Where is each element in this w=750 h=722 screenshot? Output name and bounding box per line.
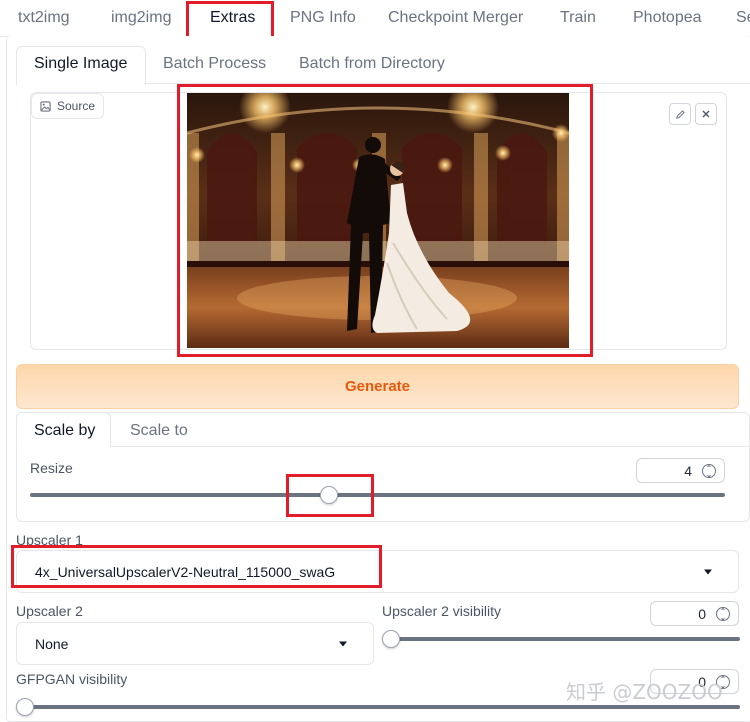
tab-single-image[interactable]: Single Image xyxy=(34,55,127,73)
pencil-icon xyxy=(675,109,685,119)
tab-txt2img[interactable]: txt2img xyxy=(18,9,70,27)
resize-slider-track[interactable] xyxy=(30,493,725,497)
resize-value: 4 xyxy=(684,462,692,479)
clear-image-button[interactable] xyxy=(695,103,717,125)
resize-number-input[interactable]: 4 ⌃ ⌄ xyxy=(636,458,725,483)
image-icon xyxy=(40,100,51,112)
close-icon xyxy=(702,110,710,118)
highlight-source-image xyxy=(177,84,593,357)
upscaler2-visibility-input[interactable]: 0 ⌃ ⌄ xyxy=(650,601,739,626)
upscaler2-visibility-thumb[interactable] xyxy=(382,630,400,648)
tab-batch-process[interactable]: Batch Process xyxy=(163,55,266,73)
gfpgan-visibility-thumb[interactable] xyxy=(16,698,34,716)
tab-checkpoint-merger[interactable]: Checkpoint Merger xyxy=(388,9,523,27)
spinner-icon: ⌃ ⌄ xyxy=(716,606,730,621)
source-label-badge: Source xyxy=(31,93,105,119)
tab-scale-by[interactable]: Scale by xyxy=(34,422,95,440)
upscaler2-visibility-track[interactable] xyxy=(390,637,740,641)
top-nav: txt2img img2img Extras PNG Info Checkpoi… xyxy=(0,0,750,37)
generate-button[interactable]: Generate xyxy=(16,364,739,409)
upscaler2-visibility-label: Upscaler 2 visibility xyxy=(382,603,502,619)
generate-label: Generate xyxy=(344,378,411,395)
gfpgan-visibility-label: GFPGAN visibility xyxy=(16,671,128,687)
upscaler2-visibility-value: 0 xyxy=(698,605,706,622)
upscaler2-select[interactable]: None xyxy=(16,622,374,665)
tab-batch-from-directory[interactable]: Batch from Directory xyxy=(299,55,445,73)
highlight-upscaler1 xyxy=(11,545,382,588)
chevron-down-icon xyxy=(339,641,347,646)
scale-tab-divider xyxy=(110,446,750,447)
spinner-icon: ⌃ ⌄ xyxy=(702,463,716,478)
source-label: Source xyxy=(57,99,96,113)
tab-more[interactable]: Se xyxy=(736,9,750,27)
highlight-resize-slider xyxy=(286,474,374,517)
chevron-down-icon xyxy=(704,569,712,574)
tab-scale-to[interactable]: Scale to xyxy=(130,422,188,440)
tab-photopea[interactable]: Photopea xyxy=(633,9,702,27)
resize-label: Resize xyxy=(30,460,73,476)
watermark: 知乎 @ZOOZOO xyxy=(566,680,723,704)
tab-img2img[interactable]: img2img xyxy=(111,9,171,27)
tab-png-info[interactable]: PNG Info xyxy=(290,9,356,27)
upscaler2-label: Upscaler 2 xyxy=(16,603,83,619)
tab-train[interactable]: Train xyxy=(560,9,596,27)
upscaler2-value: None xyxy=(35,635,69,652)
edit-image-button[interactable] xyxy=(669,103,691,125)
gfpgan-visibility-track[interactable] xyxy=(24,705,740,709)
highlight-extras-tab xyxy=(186,1,274,41)
